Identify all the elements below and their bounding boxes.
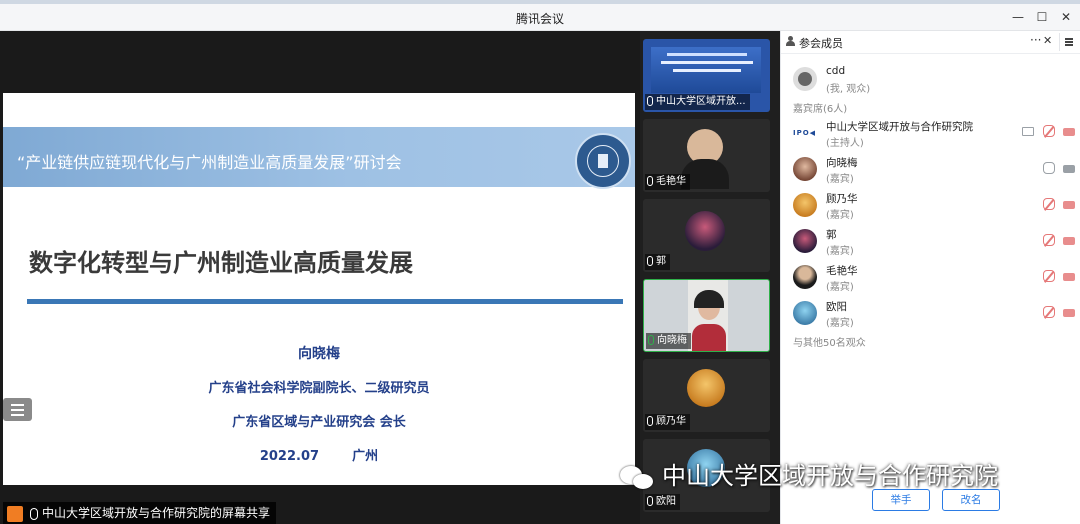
screen-share-text: 中山大学区域开放与合作研究院的屏幕共享 (42, 506, 271, 520)
panel-menu-icon[interactable] (1059, 33, 1078, 51)
window-title: 腾讯会议 (515, 12, 564, 26)
guests-section-header: 嘉宾席(6人) (793, 104, 848, 115)
member-name: 毛艳华 (826, 265, 858, 277)
tile-name: 中山大学区域开放... (656, 96, 746, 107)
member-guest[interactable]: 郭 (嘉宾) (791, 227, 1075, 257)
maximize-button[interactable]: ☐ (1034, 9, 1050, 25)
video-tile-active[interactable]: 向晓梅 (643, 279, 770, 352)
member-self[interactable]: cdd (我, 观众) (791, 65, 1071, 95)
avatar (793, 265, 817, 289)
member-name: 中山大学区域开放与合作研究院 (826, 121, 973, 133)
member-role: (嘉宾) (826, 282, 854, 293)
tile-name-label: 郭 (645, 254, 670, 270)
tile-name-label: 中山大学区域开放... (645, 94, 750, 110)
tile-name: 郭 (656, 256, 666, 267)
watermark-text: 中山大学区域开放与合作研究院 (662, 462, 998, 490)
camera-off-icon (1063, 237, 1075, 245)
minimize-button[interactable]: — (1010, 9, 1026, 25)
member-role: (主持人) (826, 138, 864, 149)
title-bar: 腾讯会议 — ☐ ✕ (0, 4, 1080, 31)
screen-share-label: 中山大学区域开放与合作研究院的屏幕共享 (3, 502, 277, 524)
slide-header-banner: “产业链供应链现代化与广州制造业高质量发展”研讨会 (3, 127, 635, 189)
member-name: 欧阳 (826, 301, 847, 313)
member-guest[interactable]: 欧阳 (嘉宾) (791, 299, 1075, 329)
rename-button[interactable]: 改名 (942, 489, 1000, 511)
camera-off-icon (1063, 309, 1075, 317)
camera-off-icon (1063, 128, 1075, 136)
person-icon (786, 36, 795, 46)
mic-muted-icon (1043, 306, 1055, 318)
member-guest[interactable]: 向晓梅 (嘉宾) (791, 155, 1075, 185)
members-panel-header: 参会成员 ··· ✕ (781, 31, 1080, 54)
video-tile[interactable]: 中山大学区域开放... (643, 39, 770, 112)
avatar (793, 157, 817, 181)
slide-date: 2022.07 (259, 449, 320, 464)
wechat-icon (620, 464, 654, 490)
slide-place: 广州 (352, 449, 379, 464)
avatar (793, 67, 817, 91)
mic-muted-icon (1043, 198, 1055, 210)
slide-date-place: 2022.07 广州 (3, 445, 635, 464)
tile-name: 欧阳 (656, 496, 676, 507)
microphone-icon (30, 507, 38, 520)
member-guest[interactable]: 毛艳华 (嘉宾) (791, 263, 1075, 293)
avatar (793, 193, 817, 217)
close-button[interactable]: ✕ (1058, 9, 1074, 25)
slide-position: 广东省社会科学院副院长、二级研究员 (208, 381, 430, 396)
member-name: cdd (826, 65, 846, 77)
panel-close-icon[interactable]: ✕ (1043, 34, 1052, 47)
tile-name: 顾乃华 (656, 416, 686, 427)
member-name: 顾乃华 (826, 193, 858, 205)
avatar (793, 229, 817, 253)
mic-muted-icon (1043, 125, 1055, 137)
camera-off-icon (1063, 273, 1075, 281)
member-role: (嘉宾) (826, 318, 854, 329)
mic-muted-icon (1043, 234, 1055, 246)
video-tile[interactable]: 郭 (643, 199, 770, 272)
camera-off-icon (1063, 201, 1075, 209)
tile-name-label: 向晓梅 (646, 333, 691, 349)
more-options-icon[interactable]: ··· (1030, 33, 1041, 47)
host-avatar-icon (7, 505, 23, 522)
member-role: (嘉宾) (826, 246, 854, 257)
tile-name-label: 顾乃华 (645, 414, 690, 430)
other-audience-count: 与其他50名观众 (793, 338, 866, 349)
avatar (793, 301, 817, 325)
slide-header-text: “产业链供应链现代化与广州制造业高质量发展”研讨会 (17, 153, 402, 172)
tile-name: 毛艳华 (656, 176, 686, 187)
tile-name-label: 欧阳 (645, 494, 680, 510)
slide-org: 广东省区域与产业研究会 会长 (232, 415, 406, 430)
raise-hand-button[interactable]: 举手 (872, 489, 930, 511)
tile-name-label: 毛艳华 (645, 174, 690, 190)
video-tiles-column: 中山大学区域开放... 毛艳华 郭 向晓梅 顾乃华 欧阳 (640, 31, 780, 524)
member-role: (嘉宾) (826, 210, 854, 221)
shared-screen-area: “产业链供应链现代化与广州制造业高质量发展”研讨会 数字化转型与广州制造业高质量… (0, 31, 640, 524)
side-menu-icon[interactable] (3, 398, 32, 421)
presentation-slide: “产业链供应链现代化与广州制造业高质量发展”研讨会 数字化转型与广州制造业高质量… (3, 93, 635, 485)
slide-speaker: 向晓梅 (298, 346, 340, 362)
university-emblem-icon (575, 133, 631, 189)
mic-on-icon (1043, 162, 1055, 174)
member-host[interactable]: IPO◀ 中山大学区域开放与合作研究院 (主持人) (791, 119, 1075, 149)
tile-name: 向晓梅 (657, 335, 687, 346)
member-guest[interactable]: 顾乃华 (嘉宾) (791, 191, 1075, 221)
mic-muted-icon (1043, 270, 1055, 282)
member-role: (嘉宾) (826, 174, 854, 185)
camera-on-icon (1063, 165, 1075, 173)
member-name: 向晓梅 (826, 157, 858, 169)
members-panel: 参会成员 ··· ✕ cdd (我, 观众) 嘉宾席(6人) IPO◀ 中山大学… (780, 31, 1080, 524)
member-role: (我, 观众) (826, 84, 871, 95)
screen-share-icon (1022, 127, 1034, 136)
org-logo-icon: IPO◀ (793, 121, 817, 145)
watermark: 中山大学区域开放与合作研究院 (620, 456, 998, 491)
members-panel-title: 参会成员 (799, 37, 843, 50)
video-tile[interactable]: 顾乃华 (643, 359, 770, 432)
slide-divider (27, 299, 623, 304)
video-tile[interactable]: 毛艳华 (643, 119, 770, 192)
slide-title: 数字化转型与广州制造业高质量发展 (29, 249, 413, 277)
member-name: 郭 (826, 229, 837, 241)
